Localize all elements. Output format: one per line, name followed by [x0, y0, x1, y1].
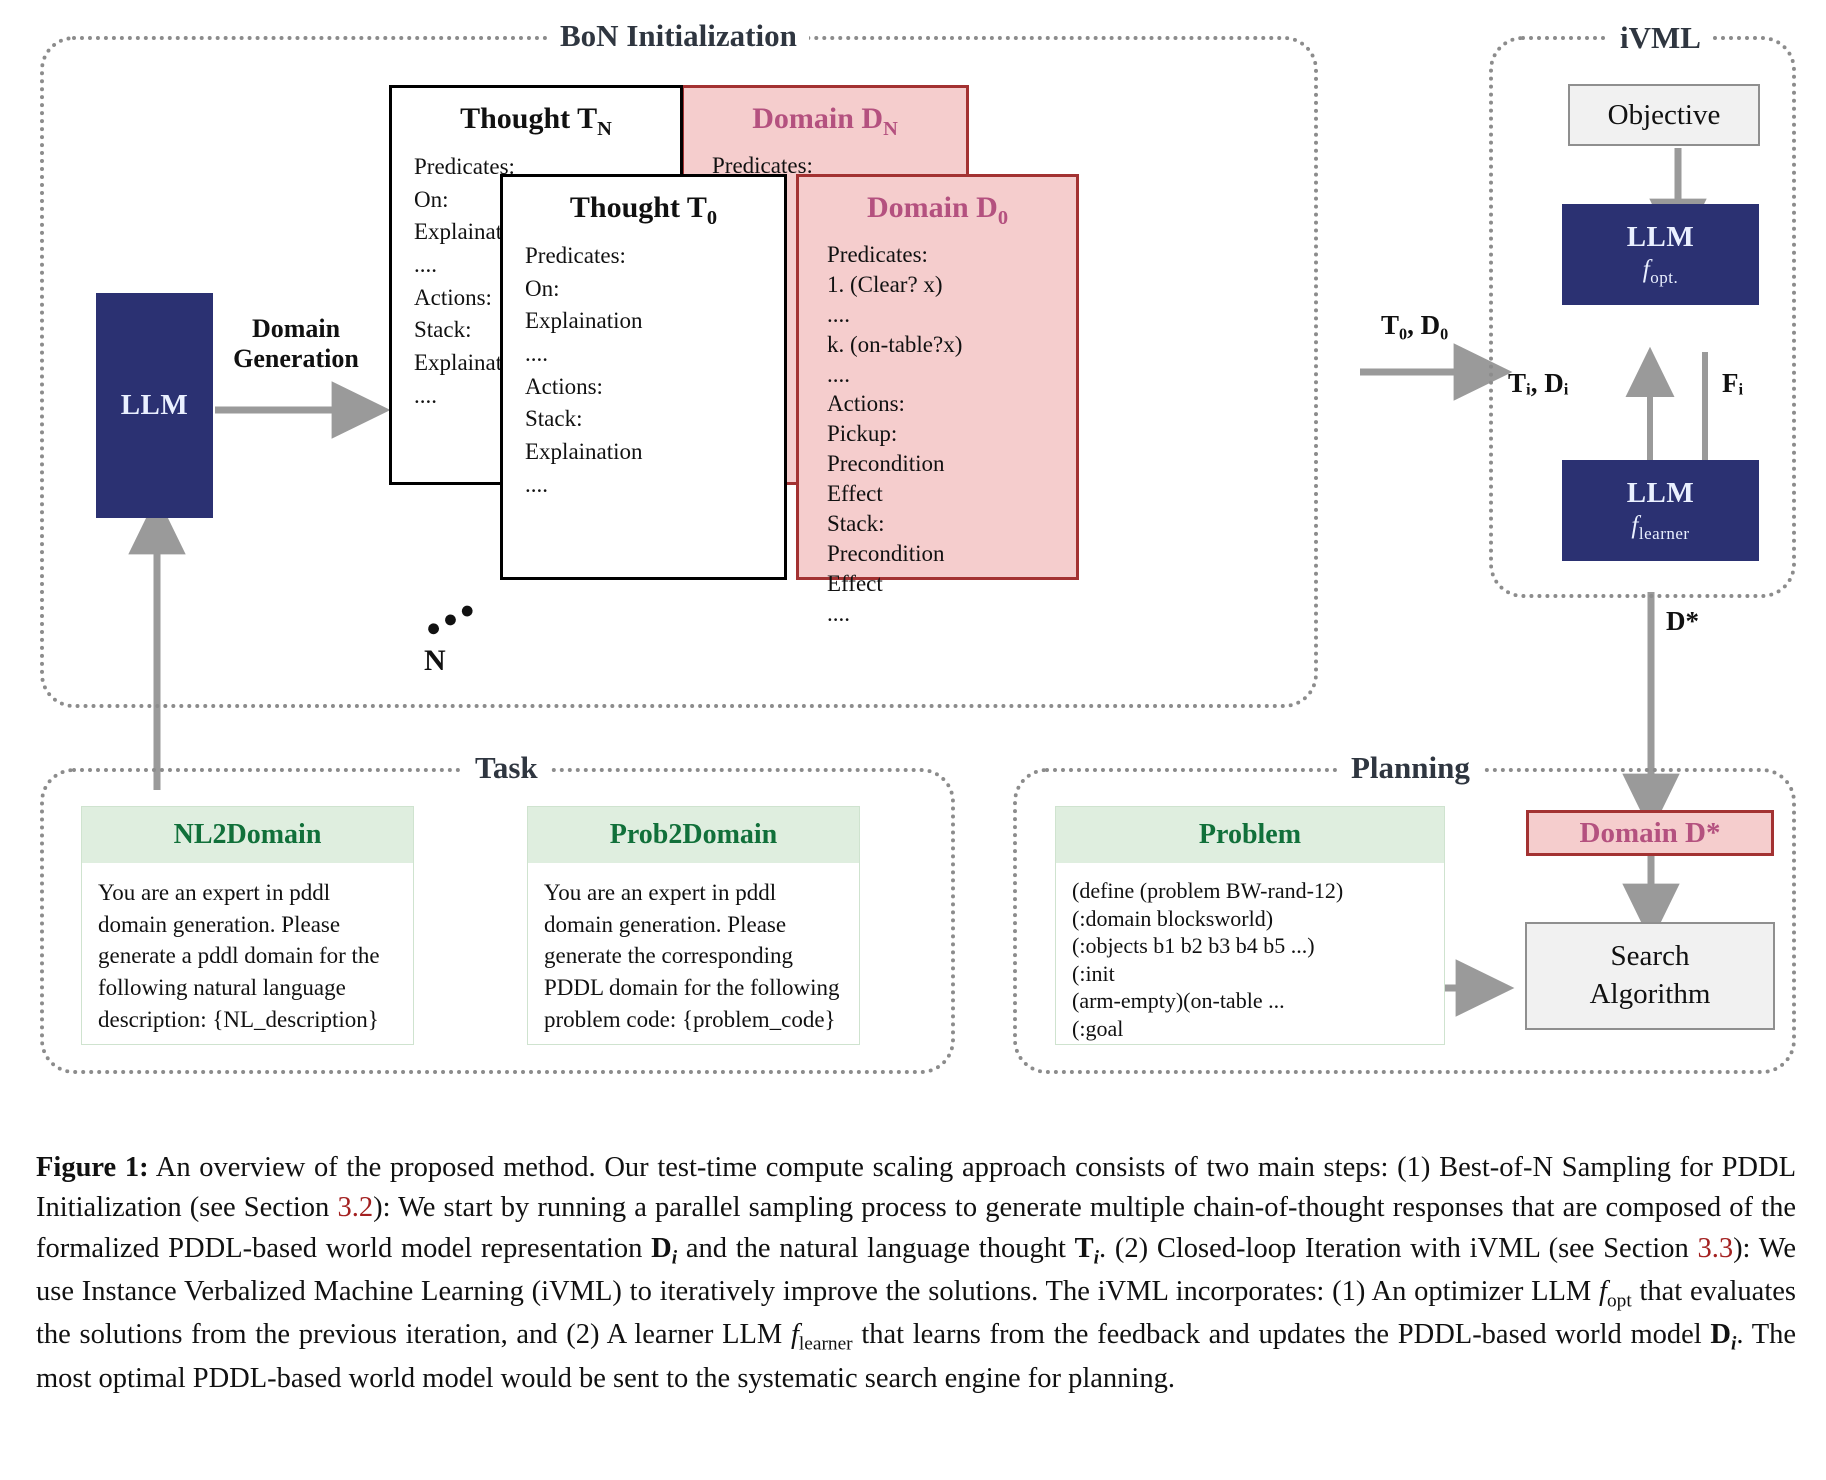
figure-caption: Figure 1: An overview of the proposed me…: [36, 1148, 1796, 1399]
panel-title-bon: BoN Initialization: [548, 20, 809, 51]
problem-code-line: (define (problem BW-rand-12): [1072, 878, 1344, 903]
caption-symbol-flearner: flearner: [790, 1319, 853, 1355]
caption-section-ref-1: 3.2: [337, 1192, 374, 1224]
domain-generation-arrow-label: Domain Generation: [221, 314, 371, 374]
edge-label-d-star: D*: [1666, 606, 1699, 636]
problem-code-line: (:objects b1 b2 b3 b4 b5 ...): [1072, 933, 1315, 958]
domain-star-label: Domain D*: [1579, 816, 1721, 849]
caption-section-ref-2: 3.3: [1697, 1232, 1734, 1264]
domain-star-box: Domain D*: [1526, 810, 1774, 856]
llm-box-label: LLM: [120, 389, 189, 421]
domain-0-line: Pickup:: [827, 421, 898, 447]
caption-part-7: that learns from the feedback and update…: [852, 1319, 1711, 1351]
search-algorithm-line2: Algorithm: [1589, 978, 1711, 1010]
planning-card-problem: Problem (define (problem BW-rand-12) (:d…: [1055, 806, 1445, 1045]
llm-learner-label: LLM: [1626, 477, 1695, 509]
llm-learner-fn: flearner: [1631, 512, 1690, 543]
domain-0-line: 1. (Clear? x): [827, 271, 943, 297]
thought-card-0-title: Thought T0: [569, 191, 718, 229]
thought-0-line: On:: [525, 275, 560, 301]
edge-label-t0-d0: T₀, D₀: [1381, 310, 1449, 340]
panel-title-planning: Planning: [1339, 752, 1482, 783]
llm-box-optimizer: LLM fopt.: [1562, 204, 1759, 305]
domain-0-line: ....: [827, 600, 850, 626]
thought-card-n-title: Thought TN: [460, 102, 612, 140]
caption-label: Figure 1:: [36, 1152, 149, 1183]
domain-generation-label-line2: Generation: [233, 343, 359, 373]
search-algorithm-box: Search Algorithm: [1525, 922, 1775, 1030]
llm-box-learner: LLM flearner: [1562, 460, 1759, 561]
planning-card-problem-title: Problem: [1056, 807, 1444, 863]
thought-card-0: Thought T0 Predicates: On: Explaination …: [500, 174, 787, 580]
llm-box-generator: LLM: [96, 293, 213, 518]
domain-0-line: Actions:: [827, 391, 905, 417]
thought-0-line: Predicates:: [525, 243, 626, 268]
thought-0-line: Explaination: [525, 438, 643, 464]
domain-0-line: Predicates:: [827, 242, 928, 267]
task-card-nl2domain-title: NL2Domain: [82, 807, 413, 863]
task-card-prob2domain-title: Prob2Domain: [528, 807, 859, 863]
task-card-nl2domain-body: You are an expert in pddl domain generat…: [98, 880, 380, 1032]
problem-code-line: (arm-empty)(on-table ...: [1072, 988, 1285, 1013]
planning-card-problem-code: (define (problem BW-rand-12) (:domain bl…: [1056, 863, 1444, 1054]
domain-0-line: ....: [827, 361, 850, 387]
domain-card-0: Domain D0 Predicates: 1. (Clear? x) ....…: [796, 174, 1079, 626]
thought-0-line: ....: [525, 471, 548, 497]
task-card-prob2domain: Prob2Domain You are an expert in pddl do…: [527, 806, 860, 1045]
thought-0-line: Stack:: [525, 406, 583, 432]
caption-symbol-ti: Ti: [1074, 1232, 1100, 1269]
domain-0-line: Effect: [827, 570, 883, 596]
n-samples-label: N: [424, 644, 446, 677]
problem-code-line: (:domain blocksworld): [1072, 905, 1274, 931]
domain-0-line: ....: [827, 301, 850, 327]
domain-card-0-title: Domain D0: [866, 191, 1009, 229]
problem-code-line: (:init: [1072, 960, 1115, 986]
domain-0-line: Stack:: [827, 511, 885, 537]
caption-symbol-di: Di: [651, 1232, 678, 1269]
problem-code-line: (:goal: [1072, 1015, 1124, 1041]
domain-generation-label-line1: Domain: [251, 314, 341, 343]
domain-0-line: Precondition: [827, 451, 945, 477]
llm-optimizer-fn: fopt.: [1642, 256, 1679, 287]
domain-0-line: k. (on-table?x): [827, 331, 963, 357]
thought-0-line: Actions:: [525, 373, 603, 399]
domain-card-0-lines: Predicates: 1. (Clear? x) .... k. (on-ta…: [799, 236, 1076, 629]
task-card-nl2domain: NL2Domain You are an expert in pddl doma…: [81, 806, 414, 1045]
edge-label-ti-di: Tᵢ, Dᵢ: [1508, 368, 1569, 398]
panel-title-task: Task: [463, 752, 550, 783]
thought-card-0-lines: Predicates: On: Explaination .... Action…: [503, 236, 784, 501]
caption-symbol-fopt: fopt: [1599, 1276, 1632, 1312]
domain-card-n-title: Domain DN: [752, 102, 898, 140]
edge-label-fi: Fᵢ: [1722, 368, 1744, 398]
panel-title-ivml: iVML: [1608, 22, 1713, 53]
objective-box-label: Objective: [1607, 98, 1721, 131]
figure-diagram: BoN Initialization LLM Domain Generation…: [0, 0, 1826, 1130]
domain-0-line: Precondition: [827, 540, 945, 566]
thought-0-line: Explaination: [525, 308, 643, 334]
domain-0-line: Effect: [827, 481, 883, 507]
task-card-prob2domain-body: You are an expert in pddl domain generat…: [544, 880, 840, 1032]
caption-part-4: . (2) Closed-loop Iteration with iVML (s…: [1099, 1232, 1698, 1264]
objective-box: Objective: [1568, 84, 1760, 146]
caption-part-3: and the natural language thought: [677, 1232, 1075, 1264]
llm-optimizer-label: LLM: [1626, 221, 1695, 253]
search-algorithm-line1: Search: [1610, 940, 1690, 973]
caption-symbol-di2: Di: [1710, 1319, 1737, 1355]
thought-0-line: ....: [525, 340, 548, 366]
